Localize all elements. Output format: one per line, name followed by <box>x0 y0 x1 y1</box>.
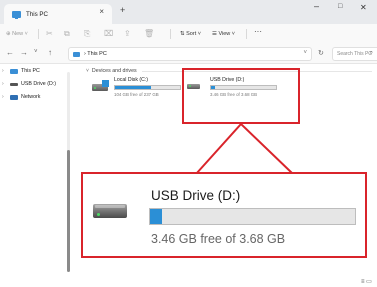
callout-usage-fill <box>150 209 163 224</box>
callout-pointer-line <box>195 122 294 175</box>
drive-led <box>97 213 100 216</box>
zoom-callout: USB Drive (D:) 3.46 GB free of 3.68 GB <box>81 172 367 258</box>
view-toggle-icons[interactable]: ≡ ▭ <box>361 278 372 285</box>
callout-drive-name: USB Drive (D:) <box>151 188 241 203</box>
callout-free-space: 3.46 GB free of 3.68 GB <box>151 232 286 246</box>
callout-usage-bar <box>149 208 356 225</box>
